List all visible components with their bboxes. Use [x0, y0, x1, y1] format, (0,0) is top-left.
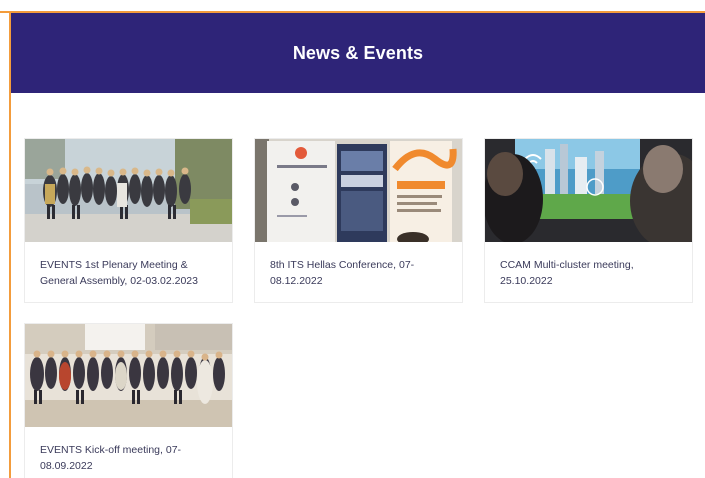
- news-card-caption[interactable]: EVENTS 1st Plenary Meeting & General Ass…: [40, 257, 220, 289]
- news-card-caption[interactable]: EVENTS Kick-off meeting, 07-08.09.2022: [40, 442, 220, 474]
- news-card-caption[interactable]: CCAM Multi-cluster meeting, 25.10.2022: [500, 257, 680, 289]
- news-card-image[interactable]: [255, 139, 462, 242]
- news-card[interactable]: EVENTS Kick-off meeting, 07-08.09.2022: [24, 323, 233, 478]
- news-card-image[interactable]: [485, 139, 692, 242]
- news-card-image[interactable]: [25, 324, 232, 427]
- section-title: News & Events: [292, 42, 424, 63]
- news-card[interactable]: 8th ITS Hellas Conference, 07-08.12.2022: [254, 138, 463, 303]
- news-card[interactable]: EVENTS 1st Plenary Meeting & General Ass…: [24, 138, 233, 303]
- news-card-image[interactable]: [25, 139, 232, 242]
- news-card[interactable]: CCAM Multi-cluster meeting, 25.10.2022: [484, 138, 693, 303]
- section-header: News & Events: [11, 13, 705, 93]
- news-card-caption[interactable]: 8th ITS Hellas Conference, 07-08.12.2022: [270, 257, 450, 289]
- page: News & Events EVENTS 1st Plenary Meeting…: [0, 0, 705, 478]
